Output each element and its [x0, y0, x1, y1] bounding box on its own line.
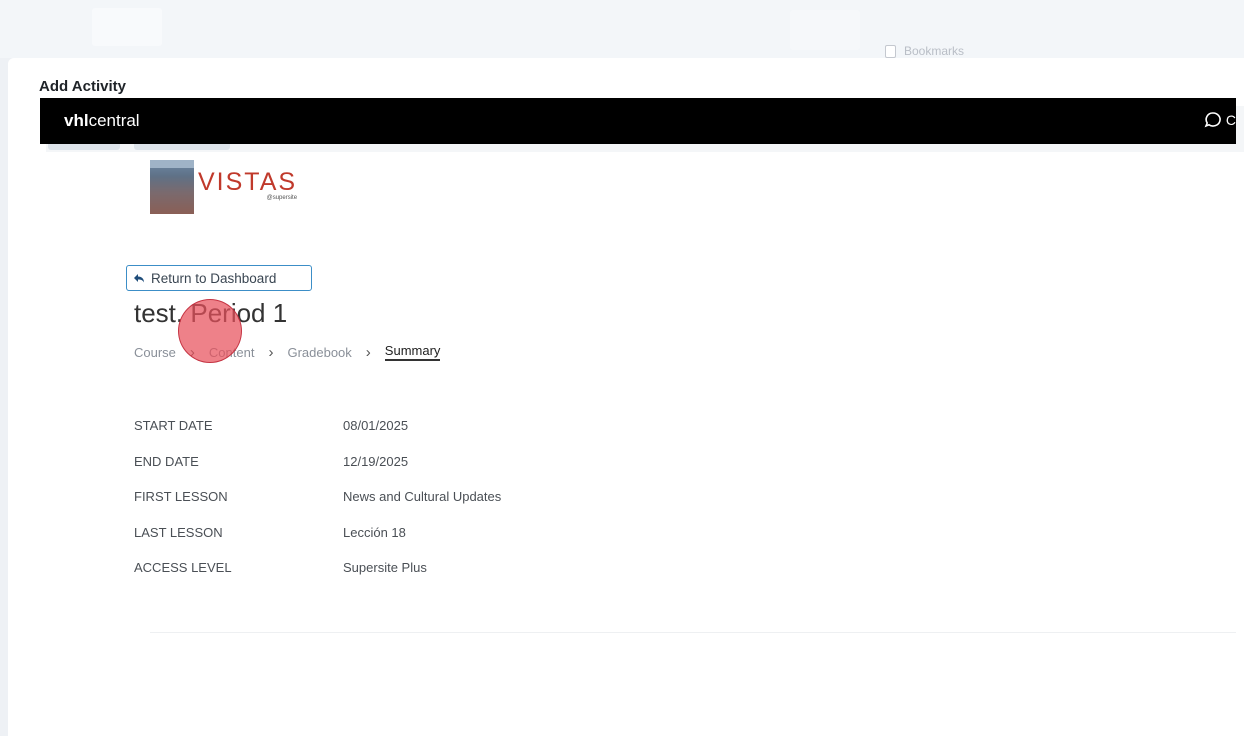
detail-label: FIRST LESSON	[134, 489, 228, 504]
detail-label: END DATE	[134, 453, 199, 469]
return-arrow-icon	[134, 274, 144, 283]
bookmark-icon	[885, 44, 896, 58]
chat-button[interactable]: C	[1204, 111, 1236, 129]
chat-label: C	[1225, 112, 1236, 128]
detail-value: 12/19/2025	[343, 453, 409, 469]
book-title: VISTAS	[198, 168, 298, 196]
detail-row: START DATE 08/01/2025	[134, 418, 501, 454]
return-label: Return to Dashboard	[151, 270, 277, 286]
return-to-dashboard-button[interactable]: Return to Dashboard	[126, 265, 312, 291]
detail-row: LAST LESSON Lección 18	[134, 525, 501, 561]
detail-value: 08/01/2025	[343, 418, 409, 433]
breadcrumb-content[interactable]: Content	[209, 345, 255, 360]
book-cover-image	[150, 160, 194, 214]
browser-tab[interactable]	[790, 10, 860, 50]
chat-bubble-icon	[1204, 112, 1221, 128]
breadcrumb-course[interactable]: Course	[134, 345, 176, 360]
detail-row: END DATE 12/19/2025	[134, 454, 501, 490]
panel-title: Add Activity	[39, 78, 126, 95]
chevron-right-icon: ›	[189, 343, 195, 361]
breadcrumb: Course › Content › Gradebook › Summary	[134, 343, 441, 361]
book-edition: @supersite	[266, 195, 298, 201]
vhl-header: vhlcentral C	[40, 98, 1236, 144]
chevron-right-icon: ›	[268, 343, 274, 361]
browser-top-strip: Bookmarks	[0, 0, 1244, 58]
divider	[150, 632, 1236, 633]
chevron-right-icon: ›	[365, 343, 371, 361]
detail-label: LAST LESSON	[134, 524, 223, 540]
book-logo: VISTAS @supersite	[150, 160, 297, 216]
detail-value: Supersite Plus	[343, 560, 427, 575]
breadcrumb-summary[interactable]: Summary	[384, 343, 441, 361]
breadcrumb-gradebook[interactable]: Gradebook	[287, 345, 351, 360]
detail-label: ACCESS LEVEL	[134, 560, 232, 575]
detail-row: ACCESS LEVEL Supersite Plus	[134, 560, 501, 596]
detail-value: News and Cultural Updates	[343, 489, 502, 504]
bookmarks-label: Bookmarks	[904, 44, 965, 58]
vhl-logo[interactable]: vhlcentral	[64, 111, 140, 131]
course-details: START DATE 08/01/2025 END DATE 12/19/202…	[134, 418, 501, 596]
course-title: test. Period 1	[134, 298, 288, 328]
browser-tab[interactable]	[92, 8, 162, 46]
detail-label: START DATE	[134, 418, 213, 433]
detail-row: FIRST LESSON News and Cultural Updates	[134, 489, 501, 525]
detail-value: Lección 18	[343, 524, 406, 540]
